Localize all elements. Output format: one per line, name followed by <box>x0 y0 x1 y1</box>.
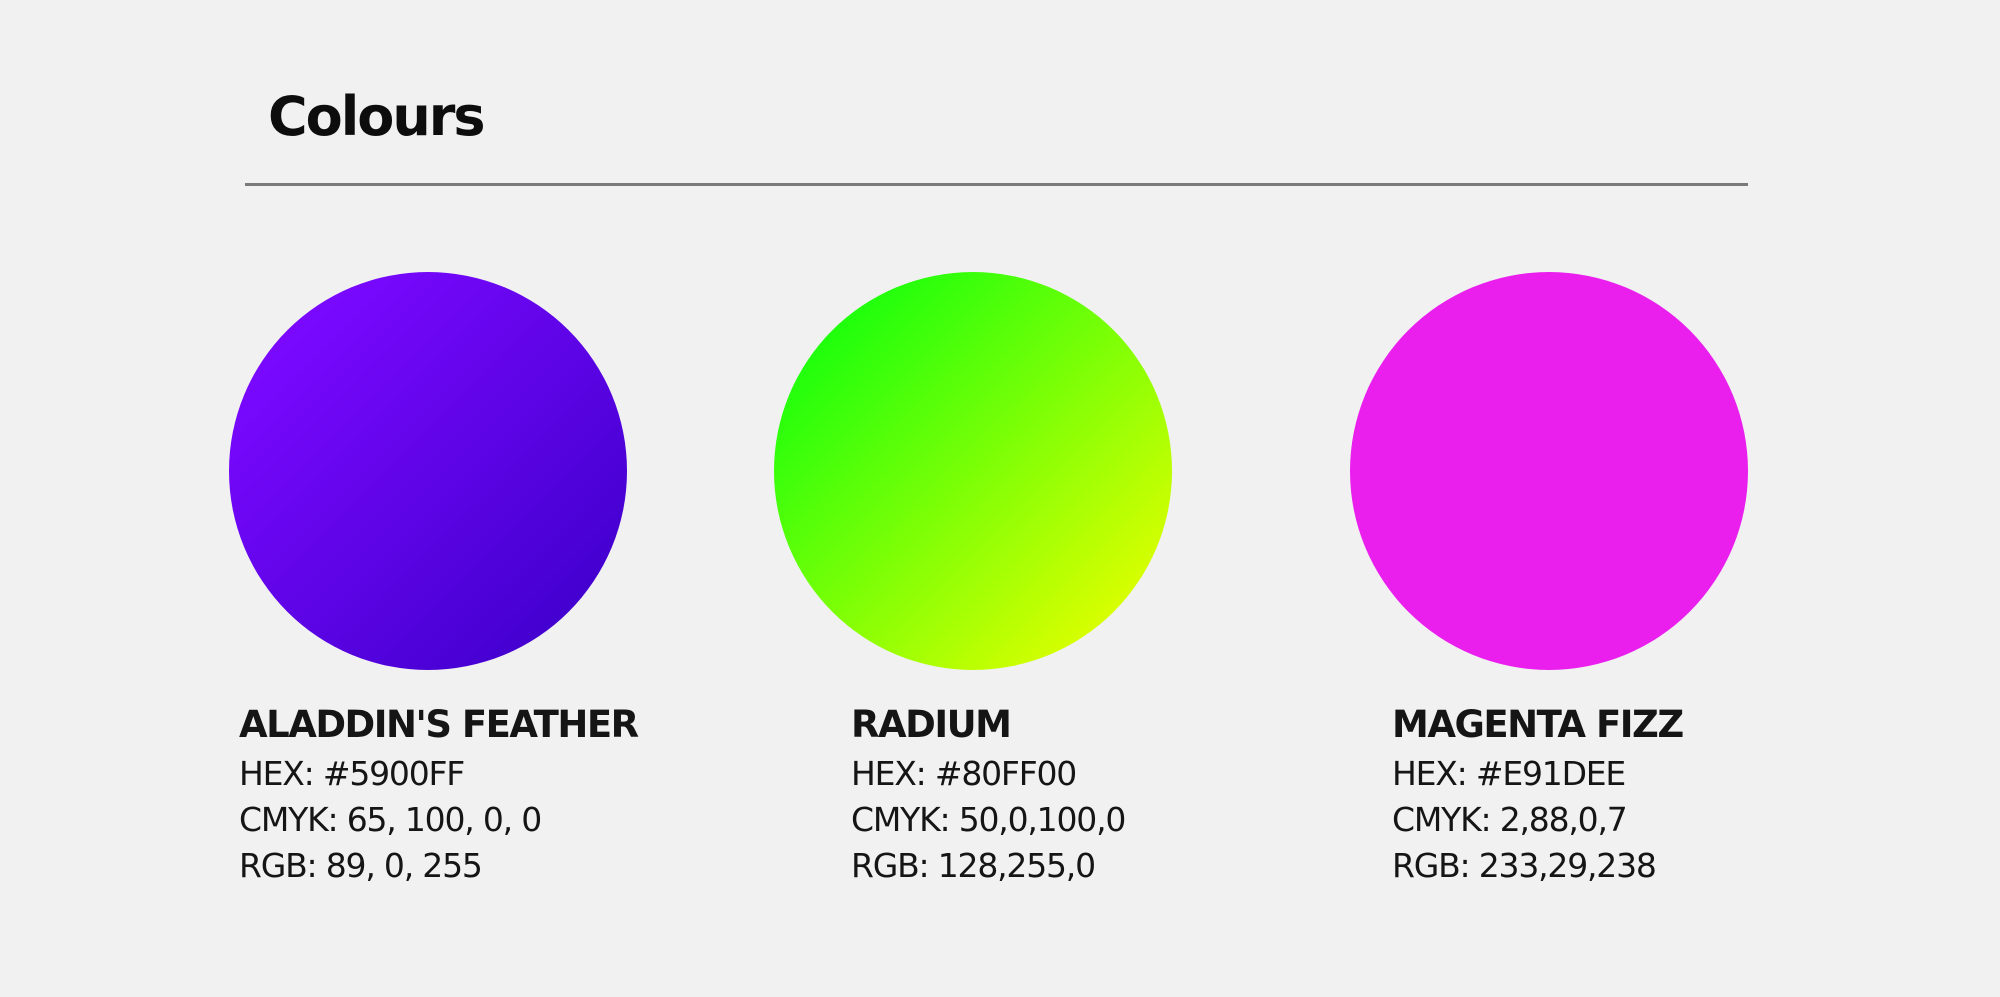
swatch-card-radium: RADIUM HEX: #80FF00 CMYK: 50,0,100,0 RGB… <box>774 0 1194 997</box>
swatch-name: ALADDIN'S FEATHER <box>239 703 639 746</box>
swatch-rgb: RGB: 233,29,238 <box>1392 846 1657 885</box>
swatch-card-aladdins-feather: ALADDIN'S FEATHER HEX: #5900FF CMYK: 65,… <box>229 0 649 997</box>
swatch-cmyk: CMYK: 2,88,0,7 <box>1392 800 1628 839</box>
swatch-name: MAGENTA FIZZ <box>1392 703 1684 746</box>
swatch-cmyk: CMYK: 50,0,100,0 <box>851 800 1126 839</box>
swatch-name: RADIUM <box>851 703 1012 746</box>
swatch-hex: HEX: #E91DEE <box>1392 754 1626 793</box>
swatch-cmyk: CMYK: 65, 100, 0, 0 <box>239 800 542 839</box>
swatch-rgb: RGB: 89, 0, 255 <box>239 846 483 885</box>
swatch-circle <box>774 272 1172 670</box>
swatch-rgb: RGB: 128,255,0 <box>851 846 1096 885</box>
swatch-hex: HEX: #80FF00 <box>851 754 1077 793</box>
swatch-circle <box>1350 272 1748 670</box>
swatch-card-magenta-fizz: MAGENTA FIZZ HEX: #E91DEE CMYK: 2,88,0,7… <box>1350 0 1770 997</box>
swatch-circle <box>229 272 627 670</box>
swatch-hex: HEX: #5900FF <box>239 754 465 793</box>
